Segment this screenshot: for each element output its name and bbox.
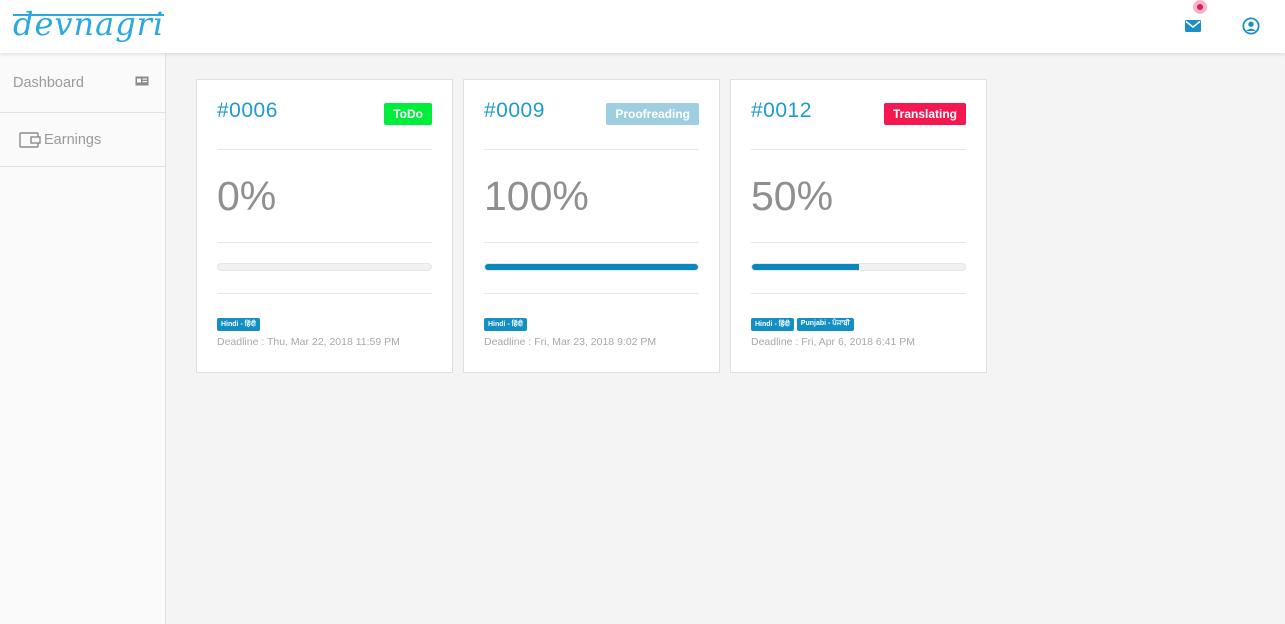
progress-bar [751, 263, 966, 271]
language-tags: Hindi - हिंदी [217, 318, 260, 331]
sidebar: Dashboard Earnings [0, 53, 166, 624]
progress-bar [484, 263, 699, 271]
progress-fill [752, 264, 859, 270]
id-card-icon [135, 76, 149, 86]
divider [484, 293, 699, 294]
project-card[interactable]: #0006 ToDo 0% Hindi - हिंदी Deadline : T… [196, 79, 453, 373]
progress-percent: 50% [751, 173, 834, 219]
project-card[interactable]: #0009 Proofreading 100% Hindi - हिंदी De… [463, 79, 720, 373]
deadline-text: Deadline : Fri, Apr 6, 2018 6:41 PM [751, 336, 916, 348]
sidebar-item-dashboard[interactable]: Dashboard [0, 53, 165, 113]
language-tag: Hindi - हिंदी [217, 318, 260, 331]
divider [484, 242, 699, 243]
sidebar-item-label: Earnings [44, 131, 102, 148]
project-number[interactable]: #0012 [751, 99, 812, 123]
logo[interactable]: devnagri [13, 0, 165, 48]
deadline-text: Deadline : Fri, Mar 23, 2018 9:02 PM [484, 336, 657, 348]
language-tags: Hindi - हिंदी Punjabi - ਪੰਜਾਬੀ [751, 318, 854, 331]
top-bar: devnagri [0, 0, 1285, 53]
divider [751, 149, 966, 150]
mail-icon[interactable] [1184, 17, 1202, 35]
progress-fill [485, 264, 698, 270]
language-tag: Hindi - हिंदी [751, 318, 794, 331]
divider [751, 293, 966, 294]
sidebar-item-label: Dashboard [13, 74, 84, 91]
language-tag: Hindi - हिंदी [484, 318, 527, 331]
sidebar-item-earnings[interactable]: Earnings [0, 113, 165, 167]
progress-bar [217, 263, 432, 271]
notification-dot [1193, 0, 1207, 14]
language-tag: Punjabi - ਪੰਜਾਬੀ [796, 318, 854, 331]
status-badge: Proofreading [606, 103, 699, 125]
status-badge: ToDo [384, 103, 432, 125]
divider [217, 293, 432, 294]
project-card[interactable]: #0012 Translating 50% Hindi - हिंदी Punj… [730, 79, 987, 373]
progress-percent: 100% [484, 173, 589, 219]
status-badge: Translating [883, 103, 966, 125]
divider [217, 149, 432, 150]
user-icon[interactable] [1242, 17, 1260, 35]
deadline-text: Deadline : Thu, Mar 22, 2018 11:59 PM [217, 336, 400, 348]
divider [751, 242, 966, 243]
project-number[interactable]: #0006 [217, 99, 278, 123]
project-number[interactable]: #0009 [484, 99, 545, 123]
progress-percent: 0% [217, 173, 277, 219]
divider [484, 149, 699, 150]
divider [217, 242, 432, 243]
wallet-icon [19, 131, 41, 148]
language-tags: Hindi - हिंदी [484, 318, 527, 331]
